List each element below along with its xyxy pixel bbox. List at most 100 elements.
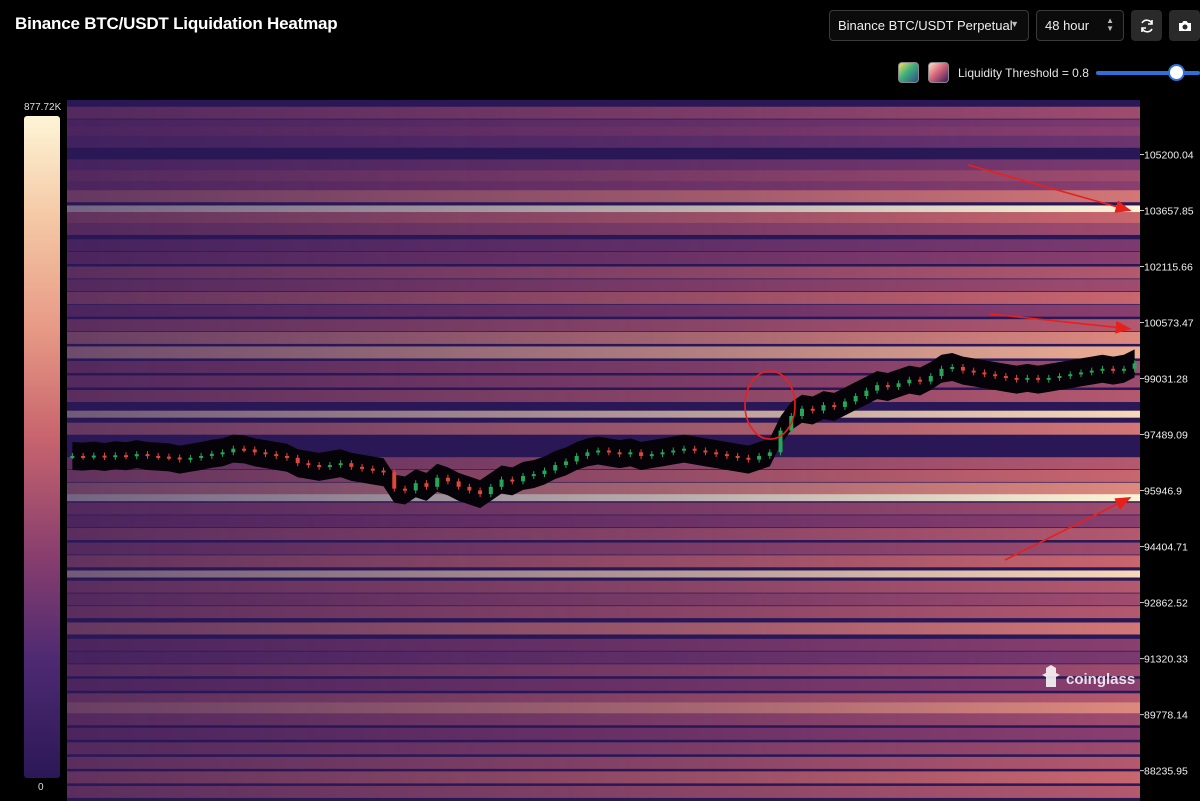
candle <box>413 483 418 491</box>
candle <box>596 450 601 453</box>
candle <box>1078 372 1083 375</box>
candle <box>134 454 139 457</box>
liquidity-band <box>67 771 1140 784</box>
price-tick-label: 89778.14 <box>1144 710 1188 722</box>
candle <box>166 456 171 459</box>
candle <box>456 481 461 487</box>
liquidity-band <box>67 664 1140 677</box>
candle <box>767 452 772 456</box>
liquidity-band <box>67 170 1140 183</box>
candle <box>145 454 150 457</box>
liquidity-band <box>67 222 1140 235</box>
candle <box>242 448 247 451</box>
candle <box>746 457 751 460</box>
candle <box>199 455 204 458</box>
candle <box>810 408 815 411</box>
price-tick-label: 92862.52 <box>1144 598 1188 610</box>
candle <box>252 449 257 453</box>
candle <box>681 448 686 451</box>
candle <box>606 450 611 453</box>
candle <box>531 474 536 477</box>
candle <box>617 452 622 455</box>
candle <box>563 461 568 466</box>
price-tick-label: 105200.04 <box>1144 149 1194 161</box>
candle <box>349 463 354 467</box>
candle <box>660 452 665 455</box>
price-tick-label: 102115.66 <box>1144 262 1193 274</box>
liquidity-band <box>67 469 1140 482</box>
liquidity-band <box>67 212 1140 225</box>
price-tick-label: 97489.09 <box>1144 430 1188 442</box>
liquidity-band <box>67 494 1140 502</box>
candle <box>735 455 740 458</box>
candle <box>703 450 708 453</box>
liquidation-heatmap-chart[interactable]: 105200.04 103657.85 102115.66 100573.47 9903… <box>0 0 1200 801</box>
candle <box>445 477 450 482</box>
liquidity-band <box>67 756 1140 769</box>
candle <box>671 450 676 453</box>
candle <box>724 454 729 457</box>
candle <box>853 396 858 402</box>
candle <box>928 376 933 382</box>
price-tick-label: 91320.33 <box>1144 654 1188 666</box>
candle <box>317 465 322 468</box>
candle <box>124 455 129 458</box>
liquidity-band <box>67 785 1140 798</box>
candle <box>714 452 719 455</box>
candle <box>1046 377 1051 380</box>
candle <box>274 454 279 457</box>
candle <box>1100 368 1105 371</box>
liquidity-band <box>67 580 1140 593</box>
candle <box>639 452 644 456</box>
price-tick-label: 95946.9 <box>1144 486 1182 498</box>
candle <box>381 470 386 473</box>
candle <box>960 366 965 371</box>
candle <box>295 457 300 464</box>
candle <box>1111 368 1116 371</box>
price-tick-label: 88235.95 <box>1144 766 1188 778</box>
candle <box>1025 377 1030 380</box>
candle <box>1121 368 1126 371</box>
candle <box>113 455 118 458</box>
candle <box>188 457 193 460</box>
candle <box>402 488 407 491</box>
candle <box>70 455 75 458</box>
candle <box>993 374 998 377</box>
liquidity-band <box>67 159 1140 172</box>
candle <box>907 379 912 384</box>
candle <box>177 457 182 460</box>
liquidity-band <box>67 742 1140 755</box>
candle <box>102 455 107 458</box>
candle <box>521 475 526 482</box>
liquidity-band <box>67 727 1140 740</box>
candle <box>424 483 429 487</box>
candle <box>585 452 590 456</box>
candle <box>832 405 837 408</box>
liquidity-band <box>67 651 1140 664</box>
liquidity-band <box>67 422 1140 435</box>
candle <box>338 463 343 466</box>
liquidity-band <box>67 135 1140 148</box>
liquidity-band <box>67 331 1140 344</box>
candle <box>628 452 633 455</box>
price-tick-label: 103657.85 <box>1144 205 1194 217</box>
liquidity-band <box>67 239 1140 252</box>
liquidity-band <box>67 570 1140 578</box>
liquidity-band <box>67 542 1140 555</box>
liquidity-band <box>67 678 1140 691</box>
candle <box>757 455 762 460</box>
liquidity-band <box>67 482 1140 495</box>
candle <box>778 430 783 453</box>
candle <box>821 405 826 411</box>
candle <box>306 463 311 466</box>
candle <box>574 455 579 462</box>
candle <box>918 379 923 382</box>
liquidity-band <box>67 346 1140 359</box>
candle <box>885 385 890 388</box>
liquidity-band <box>67 251 1140 264</box>
price-tick-label: 94404.71 <box>1144 542 1188 554</box>
candle <box>875 385 880 391</box>
liquidity-band <box>67 528 1140 541</box>
candle <box>1036 377 1041 380</box>
candle <box>971 370 976 373</box>
